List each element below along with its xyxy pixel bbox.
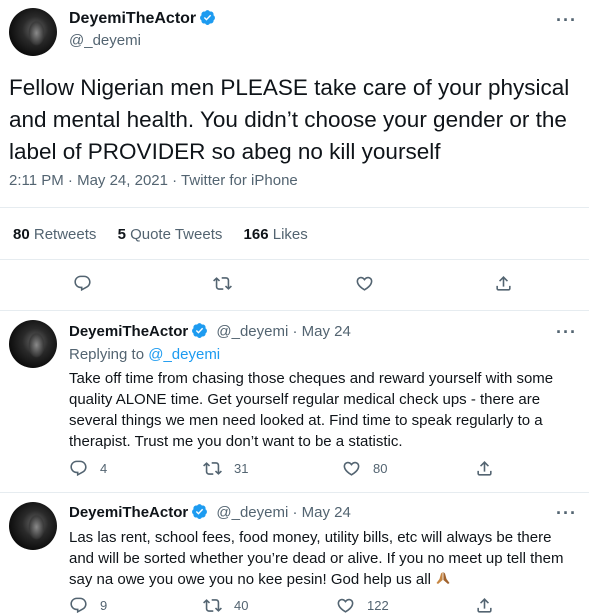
folded-hands-emoji [436, 572, 450, 584]
reply-count: 4 [100, 461, 108, 476]
retweets-stat[interactable]: 80 Retweets [13, 226, 96, 243]
retweets-label: Retweets [33, 226, 97, 243]
replying-to-label: Replying to [69, 346, 145, 363]
retweet-button[interactable] [213, 274, 232, 293]
like-button[interactable]: 80 [342, 459, 387, 478]
reply-button[interactable] [73, 274, 92, 293]
more-options-icon[interactable]: ··· [556, 10, 577, 31]
divider [0, 207, 589, 208]
retweet-icon [203, 599, 222, 612]
share-button[interactable] [494, 274, 513, 293]
reply-header: DeyemiTheActor @_deyemi · May 24 [69, 503, 351, 521]
share-button[interactable] [475, 459, 494, 478]
reply-button[interactable]: 4 [69, 459, 107, 478]
heart-icon [343, 461, 360, 476]
divider [0, 492, 589, 493]
reply-icon [74, 275, 91, 292]
quotes-count: 5 [117, 226, 126, 243]
replying-to: Replying to @_deyemi [69, 346, 220, 363]
reply-header: DeyemiTheActor @_deyemi · May 24 [69, 322, 351, 340]
quotes-label: Quote Tweets [130, 226, 223, 243]
share-icon [477, 461, 492, 476]
verified-badge-icon [192, 323, 208, 338]
verified-badge-icon [192, 504, 208, 519]
share-icon [496, 276, 511, 291]
divider [0, 310, 589, 311]
reply-button[interactable]: 9 [69, 596, 107, 615]
reply-icon [70, 460, 87, 477]
like-count: 122 [367, 598, 389, 613]
author-name[interactable]: DeyemiTheActor [69, 504, 188, 521]
retweet-count: 40 [234, 598, 249, 613]
retweet-icon [213, 277, 232, 290]
reply-count: 9 [100, 598, 108, 613]
replying-to-link[interactable]: @_deyemi [148, 346, 220, 363]
retweet-button[interactable]: 31 [203, 459, 248, 478]
retweet-button[interactable]: 40 [203, 596, 248, 615]
like-button[interactable]: 122 [336, 596, 389, 615]
author-handle[interactable]: @_deyemi [69, 32, 141, 49]
divider [0, 259, 589, 260]
likes-stat[interactable]: 166 Likes [244, 226, 308, 243]
like-button[interactable] [355, 274, 374, 293]
reply-text: Las las rent, school fees, food money, u… [69, 527, 579, 590]
share-button[interactable] [475, 596, 494, 615]
likes-label: Likes [272, 226, 308, 243]
author-name[interactable]: DeyemiTheActor [69, 10, 196, 27]
likes-count: 166 [243, 226, 269, 243]
author-name[interactable]: DeyemiTheActor [69, 323, 188, 340]
retweet-count: 31 [234, 461, 249, 476]
avatar[interactable] [9, 502, 57, 550]
verified-badge-icon [200, 10, 216, 25]
share-icon [477, 598, 492, 613]
like-count: 80 [373, 461, 388, 476]
more-options-icon[interactable]: ··· [556, 503, 577, 524]
reply-icon [70, 597, 87, 614]
author-handle-date[interactable]: @_deyemi · May 24 [216, 323, 350, 340]
author-block[interactable]: DeyemiTheActor [69, 9, 216, 28]
reply-text: Take off time from chasing those cheques… [69, 370, 554, 450]
reply-text-body: Las las rent, school fees, food money, u… [69, 529, 564, 588]
quotes-stat[interactable]: 5 Quote Tweets [118, 226, 223, 243]
heart-icon [356, 276, 373, 291]
tweet-meta[interactable]: 2:11 PM · May 24, 2021 · Twitter for iPh… [9, 172, 298, 189]
avatar[interactable] [9, 8, 57, 56]
tweet-stats: 80 Retweets 5 Quote Tweets 166 Likes [13, 226, 325, 243]
author-handle-date[interactable]: @_deyemi · May 24 [216, 504, 350, 521]
avatar[interactable] [9, 320, 57, 368]
tweet-text: Fellow Nigerian men PLEASE take care of … [9, 75, 570, 164]
retweet-icon [203, 462, 222, 475]
more-options-icon[interactable]: ··· [556, 322, 577, 343]
retweets-count: 80 [13, 226, 30, 243]
heart-icon [337, 598, 354, 613]
